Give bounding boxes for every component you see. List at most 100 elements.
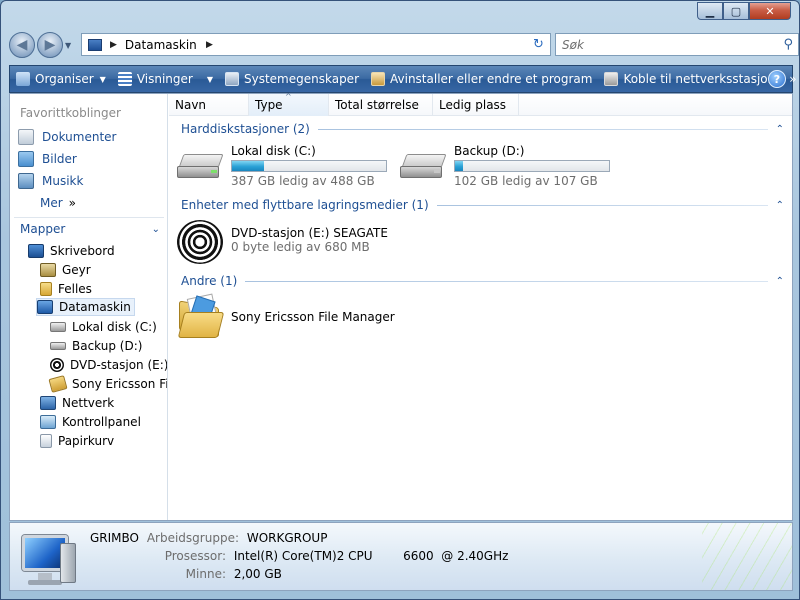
search-icon[interactable]: ⚲ [783,37,793,52]
map-network-drive-label: Koble til nettverksstasjon [623,72,776,86]
details-pane: GRIMBO Arbeidsgruppe: WORKGROUP Prosesso… [9,522,793,591]
tree-item-desktop[interactable]: Skrivebord [28,242,115,260]
content-area: Favorittkoblinger Dokumenter Bilder Musi… [9,92,793,521]
favorite-music[interactable]: Musikk [18,172,83,190]
organize-button[interactable]: Organiser ▼ [10,66,112,92]
tree-item-label: Geyr [62,263,91,277]
refresh-button[interactable]: ↻ [527,33,551,56]
collapse-icon[interactable]: ⌃ [776,124,784,135]
recent-pages-dropdown[interactable]: ▼ [65,41,75,50]
address-bar[interactable]: ▶ Datamaskin ▶ ▼ [81,33,547,56]
navigation-pane: Favorittkoblinger Dokumenter Bilder Musi… [10,94,168,520]
group-title: Harddiskstasjoner (2) [181,122,310,136]
column-header-type[interactable]: ^ Type [249,92,329,116]
search-placeholder: Søk [562,37,584,52]
item-sony-ericsson-file-manager[interactable]: Sony Ericsson File Manager [177,293,395,338]
group-header-hard-disks[interactable]: Harddiskstasjoner (2) ⌃ [181,121,784,137]
tree-item-user[interactable]: Geyr [40,261,91,279]
map-network-drive-button[interactable]: Koble til nettverksstasjon [598,66,781,92]
favorites-title: Favorittkoblinger [20,106,121,120]
views-button[interactable]: Visninger ▼ [112,66,219,92]
drive-dvd[interactable]: DVD-stasjon (E:) SEAGATE 0 byte ledig av… [177,220,388,264]
collapse-icon[interactable]: ⌃ [776,200,784,211]
hard-disk-icon [177,144,225,184]
tree-item-dvd[interactable]: DVD-stasjon (E:) S [50,356,167,374]
breadcrumb-separator-icon[interactable]: ▶ [206,40,213,50]
tree-item-recycle-bin[interactable]: Papirkurv [40,432,114,450]
tree-item-label: Papirkurv [58,434,115,448]
drive-backup[interactable]: Backup (D:) 102 GB ledig av 107 GB [400,144,610,188]
tree-item-local-disk[interactable]: Lokal disk (C:) [50,318,157,336]
user-folder-icon [40,263,56,277]
uninstall-label: Avinstaller eller endre et program [390,72,593,86]
breadcrumb-separator-icon[interactable]: ▶ [110,40,117,50]
chevron-down-icon: ▼ [206,74,213,84]
tree-item-sony-ericsson[interactable]: Sony Ericsson File [48,375,167,393]
group-header-other[interactable]: Andre (1) ⌃ [181,273,784,289]
forward-button[interactable]: ▶ [37,32,63,58]
column-header-name[interactable]: Navn [169,94,249,116]
back-arrow-icon: ◀ [16,37,28,53]
computer-icon [37,300,53,314]
tree-item-network[interactable]: Nettverk [40,394,114,412]
workgroup-value: WORKGROUP [246,531,328,545]
tree-item-backup[interactable]: Backup (D:) [50,337,142,355]
system-properties-icon [224,72,239,86]
back-button[interactable]: ◀ [9,32,35,58]
pictures-icon [18,151,34,167]
tree-item-computer[interactable]: Datamaskin [36,298,135,316]
collapse-icon[interactable]: ⌃ [776,276,784,287]
drive-usage-bar [454,160,610,172]
help-icon[interactable]: ? [768,70,786,88]
control-panel-icon [40,415,56,429]
system-properties-label: Systemegenskaper [243,72,359,86]
tree-item-label: Felles [58,282,92,296]
group-header-removable[interactable]: Enheter med flyttbare lagringsmedier (1)… [181,197,784,213]
item-name: Sony Ericsson File Manager [231,310,395,324]
dvd-drive-icon [50,358,64,372]
favorite-more[interactable]: Mer » [40,194,76,212]
drive-free-space: 102 GB ledig av 107 GB [454,174,598,188]
drive-free-space: 387 GB ledig av 488 GB [231,174,375,188]
hard-disk-icon [50,322,66,332]
favorite-pictures[interactable]: Bilder [18,150,77,168]
search-input[interactable]: Søk ⚲ [555,33,799,56]
memory-row: Minne: 2,00 GB [90,567,282,581]
hard-disk-icon [50,342,66,350]
tree-item-label: Kontrollpanel [62,415,141,429]
drive-local-disk[interactable]: Lokal disk (C:) 387 GB ledig av 488 GB [177,144,387,188]
recycle-bin-icon [40,434,52,448]
memory-value: 2,00 GB [233,567,282,581]
favorite-documents[interactable]: Dokumenter [18,128,116,146]
breadcrumb-computer[interactable]: Datamaskin [125,38,528,52]
close-button[interactable]: ✕ [749,2,791,20]
decorative-swoosh [702,523,792,590]
column-header-total-size[interactable]: Total størrelse [329,94,433,116]
processor-value: Intel(R) Core(TM)2 CPU 6600 @ 2.40GHz [233,549,509,563]
navigation-row: ◀ ▶ ▼ ▶ Datamaskin ▶ ▼ ↻ Søk ⚲ [9,31,799,59]
folders-header[interactable]: Mapper ⌄ [10,220,167,238]
system-properties-button[interactable]: Systemegenskaper [219,66,365,92]
maximize-button[interactable]: ▢ [723,2,749,20]
hard-disk-icon [400,144,448,184]
column-label: Navn [175,98,207,112]
drive-name: Backup (D:) [454,144,525,158]
sony-ericsson-icon [48,375,68,393]
tree-item-public[interactable]: Felles [40,280,92,298]
uninstall-button[interactable]: Avinstaller eller endre et program [365,66,598,92]
minimize-button[interactable]: ▁ [697,2,723,20]
sort-ascending-icon: ^ [285,92,292,101]
drive-name: DVD-stasjon (E:) SEAGATE [231,226,388,240]
processor-label: Prosessor: [164,549,226,563]
workgroup-label: Arbeidsgruppe: [146,531,239,545]
documents-icon [18,129,34,145]
file-list-pane: Navn ^ Type Total størrelse Ledig plass … [169,92,792,520]
favorite-label: Dokumenter [42,130,117,144]
public-folder-icon [40,282,52,296]
tree-item-label: Backup (D:) [72,339,143,353]
column-headers: Navn ^ Type Total størrelse Ledig plass [169,92,792,116]
column-header-free-space[interactable]: Ledig plass [433,94,519,116]
command-bar: Organiser ▼ Visninger ▼ Systemegenskaper… [9,65,797,93]
tree-item-control-panel[interactable]: Kontrollpanel [40,413,141,431]
caption-buttons: ▁ ▢ ✕ [697,2,791,20]
